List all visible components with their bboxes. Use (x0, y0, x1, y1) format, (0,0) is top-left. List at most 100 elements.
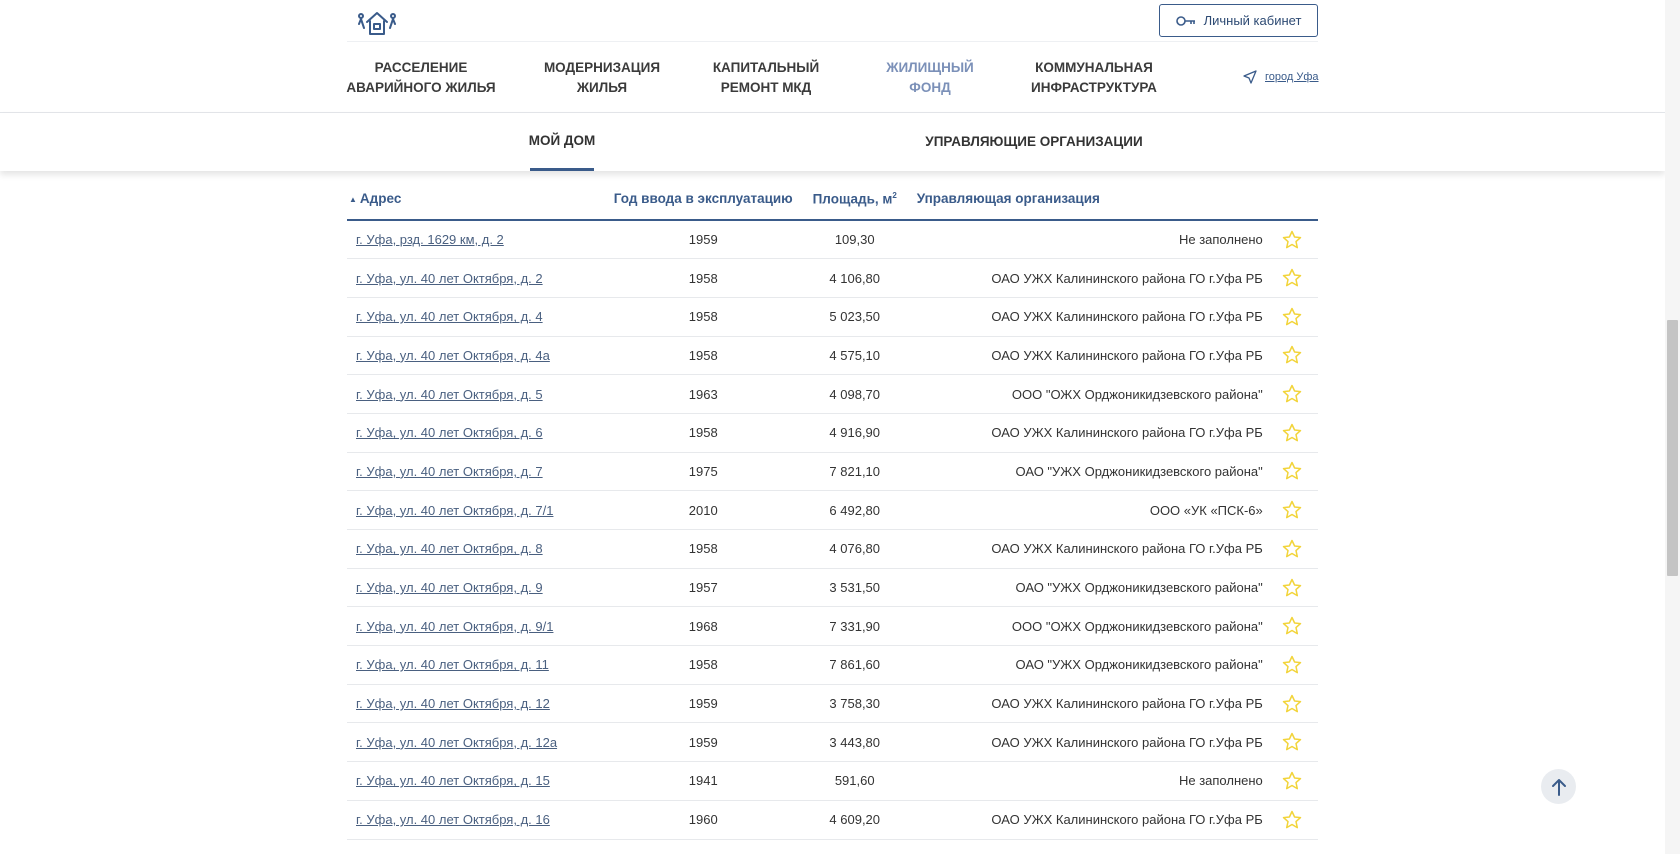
subnav: МОЙ ДОМ УПРАВЛЯЮЩИЕ ОРГАНИЗАЦИИ (0, 113, 1665, 171)
org-cell: ОАО "УЖХ Орджоникидзевского района" (1015, 463, 1263, 479)
scrollbar-thumb[interactable] (1667, 320, 1678, 576)
star-icon[interactable] (1282, 539, 1302, 559)
favorite-cell (1267, 530, 1318, 569)
star-icon[interactable] (1282, 771, 1302, 791)
tab-management-companies[interactable]: УПРАВЛЯЮЩИЕ ОРГАНИЗАЦИИ (925, 134, 1142, 149)
star-icon[interactable] (1282, 616, 1302, 636)
star-icon[interactable] (1282, 461, 1302, 481)
arrow-up-icon (1551, 778, 1566, 796)
address-link[interactable]: г. Уфа, ул. 40 лет Октября, д. 12а (356, 735, 557, 750)
area-cell: 591,60 (834, 773, 875, 789)
star-icon[interactable] (1282, 345, 1302, 365)
org-cell: ОАО УЖХ Калининского района ГО г.Уфа РБ (991, 812, 1263, 828)
star-icon[interactable] (1282, 307, 1302, 327)
address-cell: г. Уфа, ул. 40 лет Октября, д. 4 (347, 297, 614, 336)
address-link[interactable]: г. Уфа, ул. 40 лет Октября, д. 5 (356, 387, 543, 402)
address-cell: г. Уфа, ул. 40 лет Октября, д. 9/1 (347, 607, 614, 646)
address-cell: г. Уфа, ул. 40 лет Октября, д. 6 (347, 413, 614, 452)
nav-utilities[interactable]: КОММУНАЛЬНАЯ ИНФРАСТРУКТУРА (1031, 58, 1157, 98)
nav-utilities-line2: ИНФРАСТРУКТУРА (1031, 80, 1157, 95)
address-link[interactable]: г. Уфа, ул. 40 лет Октября, д. 2 (356, 271, 543, 286)
city-label: город Уфа (1265, 71, 1319, 83)
address-link[interactable]: г. Уфа, ул. 40 лет Октября, д. 4 (356, 309, 543, 324)
location-arrow-icon (1243, 70, 1257, 84)
star-icon[interactable] (1282, 268, 1302, 288)
address-cell: г. Уфа, ул. 40 лет Октября, д. 9 (347, 568, 614, 607)
nav-capital-repair-line2: РЕМОНТ МКД (720, 80, 812, 95)
key-icon (1175, 15, 1195, 26)
address-cell: г. Уфа, ул. 40 лет Октября, д. 11 (347, 646, 614, 685)
column-address-header[interactable]: ▲ Адрес (347, 178, 614, 221)
address-link[interactable]: г. Уфа, ул. 40 лет Октября, д. 12 (356, 696, 550, 711)
year-cell: 1959 (688, 734, 718, 750)
table-row: г. Уфа, ул. 40 лет Октября, д. 11 1958 7 8… (347, 646, 1318, 685)
star-icon[interactable] (1282, 655, 1302, 675)
favorite-cell (1267, 259, 1318, 298)
area-cell: 4 098,70 (829, 386, 881, 402)
year-cell: 1959 (688, 232, 718, 248)
year-cell: 1958 (688, 425, 718, 441)
address-link[interactable]: г. Уфа, рзд. 1629 км, д. 2 (356, 232, 504, 247)
area-cell: 3 758,30 (829, 696, 881, 712)
area-cell: 4 916,90 (829, 425, 881, 441)
table-row: г. Уфа, ул. 40 лет Октября, д. 5 1963 4 09… (347, 375, 1318, 414)
nav-resettlement-line2: АВАРИЙНОГО ЖИЛЬЯ (346, 80, 496, 95)
table-row: г. Уфа, ул. 40 лет Октября, д. 7 1975 7 82… (347, 452, 1318, 491)
header-divider (347, 41, 1318, 42)
year-cell: 1963 (688, 386, 718, 402)
column-org-header[interactable]: Управляющая организация (916, 178, 1267, 221)
star-icon[interactable] (1282, 810, 1302, 830)
table-row: г. Уфа, ул. 40 лет Октября, д. 12а 1959 3 … (347, 723, 1318, 762)
org-cell: ОАО УЖХ Калининского района ГО г.Уфа РБ (991, 425, 1263, 441)
nav-resettlement[interactable]: РАССЕЛЕНИЕ АВАРИЙНОГО ЖИЛЬЯ (346, 58, 495, 98)
address-link[interactable]: г. Уфа, ул. 40 лет Октября, д. 7 (356, 464, 543, 479)
address-link[interactable]: г. Уфа, ул. 40 лет Октября, д. 15 (356, 773, 550, 788)
area-cell: 7 821,10 (829, 463, 881, 479)
org-cell: ОАО УЖХ Калининского района ГО г.Уфа РБ (991, 270, 1263, 286)
star-icon[interactable] (1282, 578, 1302, 598)
column-area-label: Площадь, м (812, 191, 893, 207)
site-header: Личный кабинет РАССЕЛЕНИЕ АВАРИЙНОГО ЖИЛ… (0, 0, 1665, 113)
address-link[interactable]: г. Уфа, ул. 40 лет Октября, д. 9 (356, 580, 543, 595)
address-link[interactable]: г. Уфа, ул. 40 лет Октября, д. 11 (356, 657, 549, 672)
year-cell: 1968 (688, 618, 718, 634)
city-selector[interactable]: город Уфа (1243, 70, 1319, 84)
address-cell: г. Уфа, ул. 40 лет Октября, д. 2 (347, 259, 614, 298)
star-icon[interactable] (1282, 500, 1302, 520)
personal-cabinet-button[interactable]: Личный кабинет (1159, 4, 1318, 37)
address-cell: г. Уфа, ул. 40 лет Октября, д. 5 (347, 375, 614, 414)
nav-housing-stock[interactable]: ЖИЛИЩНЫЙ ФОНД (886, 58, 974, 98)
year-cell: 1960 (688, 812, 718, 828)
year-cell: 2010 (688, 502, 718, 518)
star-icon[interactable] (1282, 694, 1302, 714)
star-icon[interactable] (1282, 230, 1302, 250)
address-link[interactable]: г. Уфа, ул. 40 лет Октября, д. 8 (356, 541, 543, 556)
star-icon[interactable] (1282, 423, 1302, 443)
address-link[interactable]: г. Уфа, ул. 40 лет Октября, д. 9/1 (356, 619, 553, 634)
year-cell: 1958 (688, 309, 718, 325)
table-row: г. Уфа, ул. 40 лет Октября, д. 16 1960 4 6… (347, 800, 1318, 839)
star-icon[interactable] (1282, 384, 1302, 404)
table-row: г. Уфа, ул. 40 лет Октября, д. 12 1959 3 7… (347, 684, 1318, 723)
favorite-cell (1267, 762, 1318, 801)
nav-modernization-line1: МОДЕРНИЗАЦИЯ (543, 60, 661, 75)
scroll-to-top-button[interactable] (1541, 769, 1576, 804)
org-cell: ОАО УЖХ Калининского района ГО г.Уфа РБ (991, 309, 1263, 325)
column-year-header[interactable]: Год ввода в эксплуатацию (613, 178, 793, 221)
year-cell: 1959 (688, 696, 718, 712)
column-area-header[interactable]: Площадь, м2 (792, 178, 917, 221)
tab-my-home[interactable]: МОЙ ДОМ (529, 133, 596, 148)
address-link[interactable]: г. Уфа, ул. 40 лет Октября, д. 7/1 (356, 503, 553, 518)
favorite-cell (1267, 607, 1318, 646)
nav-modernization[interactable]: МОДЕРНИЗАЦИЯ ЖИЛЬЯ (544, 58, 660, 98)
favorite-cell (1267, 413, 1318, 452)
address-link[interactable]: г. Уфа, ул. 40 лет Октября, д. 6 (356, 425, 543, 440)
star-icon[interactable] (1282, 732, 1302, 752)
year-cell: 1958 (688, 657, 718, 673)
address-link[interactable]: г. Уфа, ул. 40 лет Октября, д. 16 (356, 812, 550, 827)
table-row: г. Уфа, ул. 40 лет Октября, д. 6 1958 4 91… (347, 413, 1318, 453)
address-link[interactable]: г. Уфа, ул. 40 лет Октября, д. 4а (356, 348, 550, 363)
org-cell: ООО "ОЖХ Орджоникидзевского района" (1011, 618, 1263, 634)
house-people-logo-icon[interactable] (358, 8, 396, 38)
nav-capital-repair[interactable]: КАПИТАЛЬНЫЙ РЕМОНТ МКД (713, 58, 819, 98)
